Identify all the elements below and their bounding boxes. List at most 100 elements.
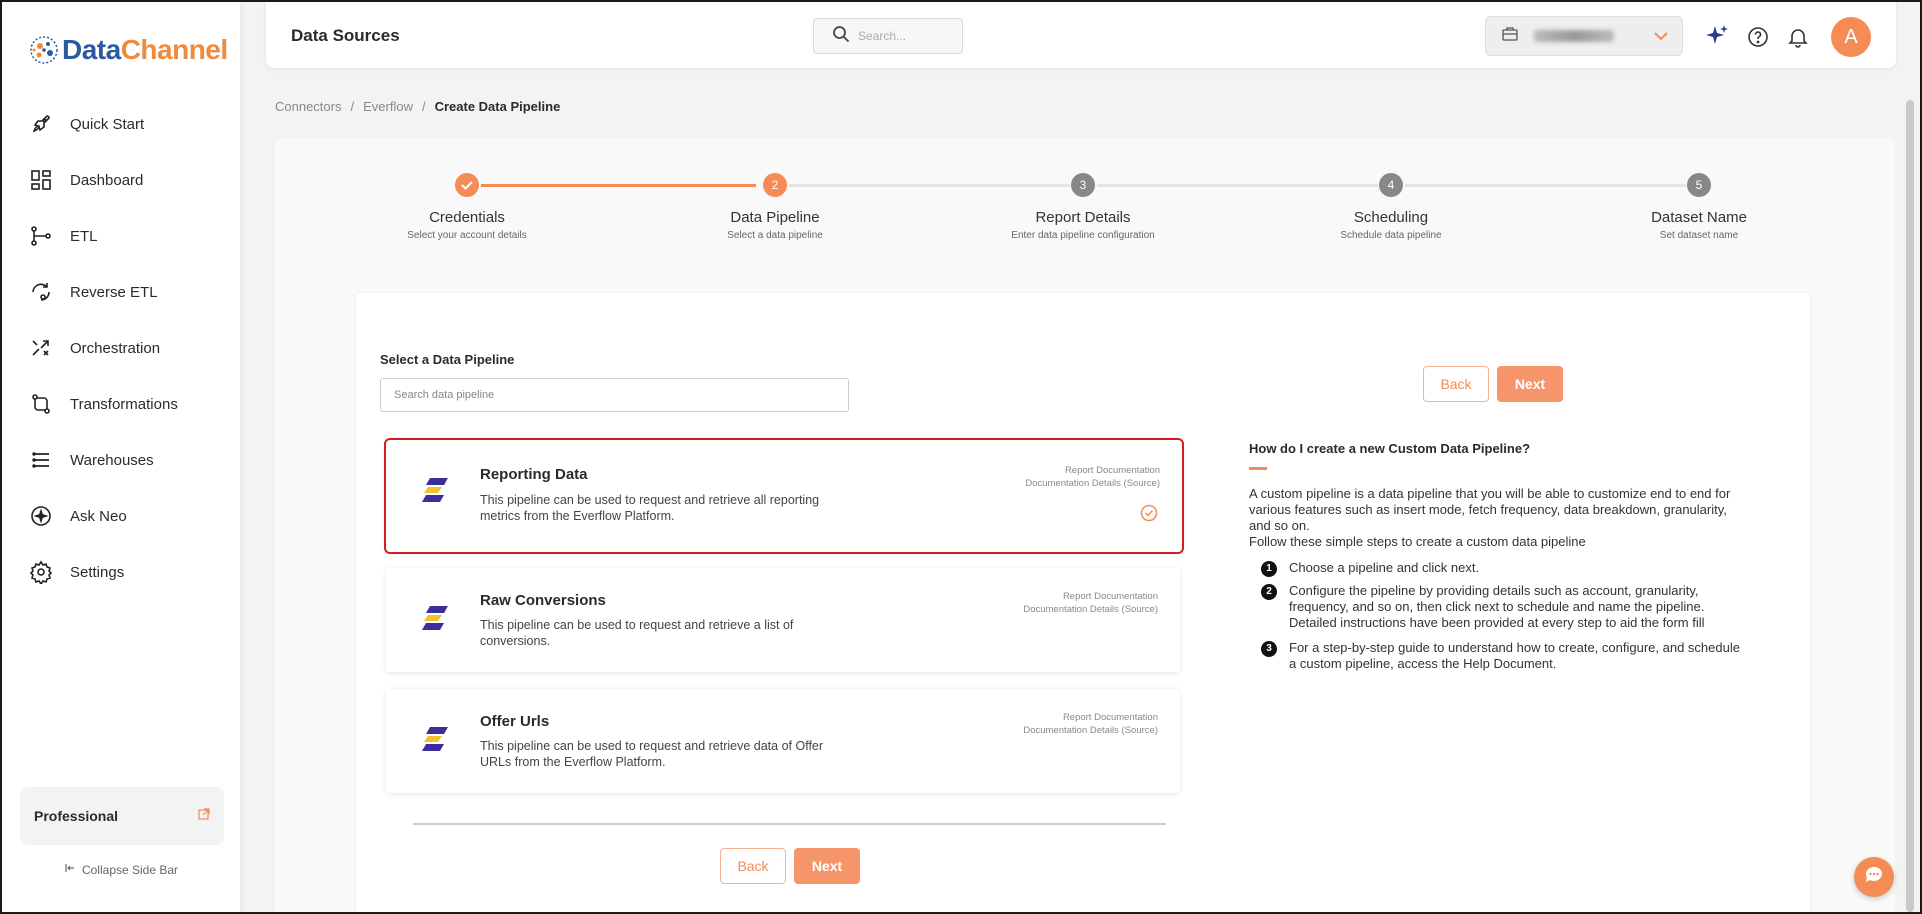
sidebar-item-label: Dashboard xyxy=(70,171,144,189)
documentation-details-link[interactable]: Documentation Details (Source) xyxy=(1025,477,1160,490)
report-documentation-link[interactable]: Report Documentation xyxy=(1025,464,1160,477)
plan-box[interactable]: Professional xyxy=(20,787,224,845)
step-subtitle: Select a data pipeline xyxy=(727,230,823,241)
sidebar-item-transformations[interactable]: Transformations xyxy=(2,376,240,432)
sidebar-item-quick-start[interactable]: Quick Start xyxy=(2,96,240,152)
pipeline-links: Report Documentation Documentation Detai… xyxy=(1025,464,1160,490)
datachannel-logo[interactable]: DataChannel xyxy=(28,34,228,66)
sidebar-item-label: Warehouses xyxy=(70,451,154,469)
help-icon[interactable] xyxy=(1747,26,1769,53)
sidebar-item-label: ETL xyxy=(70,227,98,245)
step-title: Credentials xyxy=(429,209,505,226)
sidebar-item-label: Transformations xyxy=(70,395,178,413)
sidebar-item-ask-neo[interactable]: Ask Neo xyxy=(2,488,240,544)
pipeline-title: Reporting Data xyxy=(480,466,588,483)
back-button-top[interactable]: Back xyxy=(1423,366,1489,402)
step-report-details[interactable]: 3 Report Details Enter data pipeline con… xyxy=(983,173,1183,241)
etl-icon xyxy=(28,223,54,249)
help-step: 3 For a step-by-step guide to understand… xyxy=(1261,640,1741,672)
sidebar-item-orchestration[interactable]: Orchestration xyxy=(2,320,240,376)
next-button-bottom[interactable]: Next xyxy=(794,848,860,884)
breadcrumb-separator: / xyxy=(350,99,355,114)
report-documentation-link[interactable]: Report Documentation xyxy=(1023,590,1158,603)
sidebar-item-label: Settings xyxy=(70,563,125,581)
chat-button[interactable] xyxy=(1854,857,1894,897)
reverse-etl-icon xyxy=(28,279,54,305)
help-title: How do I create a new Custom Data Pipeli… xyxy=(1249,441,1531,456)
bell-icon[interactable] xyxy=(1787,26,1809,53)
report-documentation-link[interactable]: Report Documentation xyxy=(1023,711,1158,724)
breadcrumb-everflow[interactable]: Everflow xyxy=(363,99,413,114)
step-subtitle: Schedule data pipeline xyxy=(1340,230,1442,241)
search-pipeline-input[interactable]: Search data pipeline xyxy=(380,378,849,412)
sidebar-item-reverse-etl[interactable]: Reverse ETL xyxy=(2,264,240,320)
step-number: 2 xyxy=(763,173,787,197)
top-header: Data Sources Search... A xyxy=(266,2,1896,68)
help-step: 1 Choose a pipeline and click next. xyxy=(1261,560,1741,577)
search-input[interactable]: Search... xyxy=(813,18,963,54)
documentation-details-link[interactable]: Documentation Details (Source) xyxy=(1023,603,1158,616)
step-title: Data Pipeline xyxy=(730,209,820,226)
everflow-logo-icon xyxy=(420,723,452,760)
account-name-redacted xyxy=(1534,30,1614,42)
sidebar-item-settings[interactable]: Settings xyxy=(2,544,240,600)
sidebar-item-dashboard[interactable]: Dashboard xyxy=(2,152,240,208)
plan-label: Professional xyxy=(34,808,119,824)
selected-check-icon xyxy=(1140,504,1158,527)
step-data-pipeline[interactable]: 2 Data Pipeline Select a data pipeline xyxy=(675,173,875,241)
chevron-down-icon xyxy=(1652,27,1670,50)
sidebar-item-label: Reverse ETL xyxy=(70,283,158,301)
step-credentials[interactable]: Credentials Select your account details xyxy=(367,173,567,241)
everflow-logo-icon xyxy=(420,474,452,511)
sidebar: DataChannel Quick Start Dashboard ETL Re… xyxy=(2,2,240,912)
pipeline-description: This pipeline can be used to request and… xyxy=(480,493,820,523)
breadcrumb-connectors[interactable]: Connectors xyxy=(275,99,341,114)
sidebar-item-warehouses[interactable]: Warehouses xyxy=(2,432,240,488)
step-subtitle: Select your account details xyxy=(407,230,527,241)
step-dataset-name[interactable]: 5 Dataset Name Set dataset name xyxy=(1599,173,1799,241)
page-title: Data Sources xyxy=(291,26,400,45)
documentation-details-link[interactable]: Documentation Details (Source) xyxy=(1023,724,1158,737)
next-button-top[interactable]: Next xyxy=(1497,366,1563,402)
pipeline-item-offer-urls[interactable]: Offer Urls This pipeline can be used to … xyxy=(386,689,1180,793)
step-number: 4 xyxy=(1379,173,1403,197)
pipeline-item-raw-conversions[interactable]: Raw Conversions This pipeline can be use… xyxy=(386,568,1180,672)
divider xyxy=(413,823,1166,825)
help-step-number: 3 xyxy=(1261,641,1277,657)
step-scheduling[interactable]: 4 Scheduling Schedule data pipeline xyxy=(1291,173,1491,241)
collapse-arrow-icon xyxy=(64,862,76,877)
chat-icon xyxy=(1863,864,1885,891)
pipeline-description: This pipeline can be used to request and… xyxy=(480,618,794,648)
help-intro-text-2: Follow these simple steps to create a cu… xyxy=(1249,534,1586,549)
account-selector[interactable] xyxy=(1485,16,1683,56)
breadcrumb-current: Create Data Pipeline xyxy=(434,99,561,114)
pipeline-links: Report Documentation Documentation Detai… xyxy=(1023,711,1158,737)
help-step-number: 1 xyxy=(1261,561,1277,577)
external-link-icon[interactable] xyxy=(198,807,210,825)
step-title: Report Details xyxy=(1035,209,1131,226)
pipeline-item-reporting-data[interactable]: Reporting Data This pipeline can be used… xyxy=(384,438,1184,554)
orchestration-icon xyxy=(28,335,54,361)
sidebar-item-label: Orchestration xyxy=(70,339,161,357)
page-scrollbar[interactable] xyxy=(1906,100,1914,912)
step-subtitle: Set dataset name xyxy=(1659,230,1739,241)
sidebar-item-label: Quick Start xyxy=(70,115,145,133)
help-step-text: For a step-by-step guide to understand h… xyxy=(1289,640,1740,671)
collapse-sidebar-button[interactable]: Collapse Side Bar xyxy=(2,862,240,877)
search-icon xyxy=(832,25,850,48)
breadcrumb-separator: / xyxy=(421,99,426,114)
collapse-sidebar-label: Collapse Side Bar xyxy=(81,862,179,877)
sidebar-item-etl[interactable]: ETL xyxy=(2,208,240,264)
dashboard-icon xyxy=(28,167,54,193)
help-step-text: Configure the pipeline by providing deta… xyxy=(1289,583,1705,630)
gear-icon xyxy=(28,559,54,585)
pipeline-description: This pipeline can be used to request and… xyxy=(480,739,824,769)
back-button-bottom[interactable]: Back xyxy=(720,848,786,884)
sparkle-ai-icon[interactable] xyxy=(1703,22,1731,55)
pipeline-title: Offer Urls xyxy=(480,713,550,730)
step-number: 5 xyxy=(1687,173,1711,197)
help-intro: A custom pipeline is a data pipeline tha… xyxy=(1249,486,1749,550)
rocket-icon xyxy=(28,111,54,137)
help-intro-text: A custom pipeline is a data pipeline tha… xyxy=(1249,486,1731,533)
user-avatar[interactable]: A xyxy=(1831,17,1871,57)
